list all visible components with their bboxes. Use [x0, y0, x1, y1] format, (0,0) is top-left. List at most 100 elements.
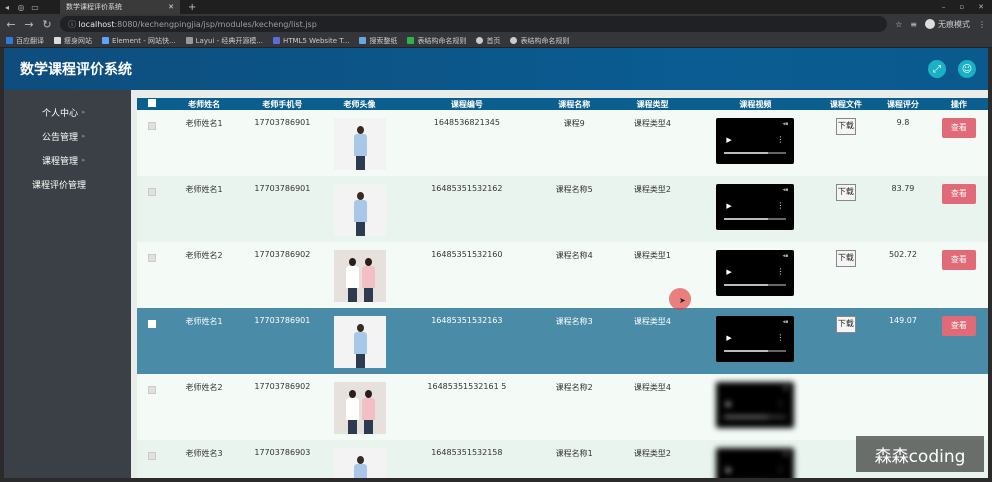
download-button[interactable]: 下载	[835, 118, 856, 135]
video-settings-icon[interactable]: ◂▪	[782, 319, 788, 325]
play-icon[interactable]: ▶	[726, 466, 731, 474]
table-row[interactable]: 老师姓名1 17703786901 16485351532163 课程名称3 课程类型4…	[137, 308, 988, 374]
bookmark-item[interactable]: 百应翻译	[6, 36, 44, 46]
forward-icon[interactable]: →	[24, 18, 34, 31]
col-header: 操作	[950, 99, 967, 109]
teacher-name: 老师姓名1	[185, 119, 223, 128]
teacher-avatar	[333, 448, 386, 482]
row-checkbox[interactable]	[148, 452, 157, 460]
bookmark-item[interactable]: 表结构命名规则	[510, 36, 569, 46]
sidebar-item-course-management[interactable]: 课程管理 ▸	[4, 148, 131, 172]
row-checkbox[interactable]	[148, 188, 157, 196]
sidebar-item-personal-center[interactable]: 个人中心 ▸	[4, 100, 131, 124]
video-settings-icon[interactable]: ◂▪	[782, 253, 788, 259]
row-checkbox[interactable]	[148, 254, 157, 262]
row-checkbox-cell[interactable]	[137, 110, 167, 176]
view-button[interactable]: 查看	[941, 250, 976, 270]
bookmark-item[interactable]: 首页	[476, 36, 500, 46]
more-icon[interactable]: ⋮	[776, 135, 784, 144]
bookmark-item[interactable]: 表结构命名规则	[407, 36, 466, 46]
video-player[interactable]: ◂▪ ▶ ⋮	[716, 118, 795, 164]
row-checkbox-cell[interactable]	[137, 374, 167, 440]
reading-list-icon[interactable]: ≡	[910, 20, 917, 29]
video-progress-bar[interactable]	[724, 284, 787, 286]
bookmark-item[interactable]: Layui - 经典开源模...	[185, 36, 263, 46]
bookmark-item[interactable]: 瘦身网站	[54, 36, 92, 46]
close-tab-icon[interactable]: ✕	[168, 3, 174, 11]
row-checkbox-cell[interactable]	[137, 176, 167, 242]
maximize-icon[interactable]: ▫	[959, 3, 964, 11]
sidebar-item-notice-management[interactable]: 公告管理 ▸	[4, 124, 131, 148]
user-icon[interactable]: ☺	[958, 60, 976, 78]
course-score: 83.79	[891, 184, 915, 193]
download-button[interactable]: 下载	[835, 316, 856, 333]
video-settings-icon[interactable]: ◂▪	[782, 385, 788, 391]
video-progress-bar[interactable]	[724, 218, 787, 220]
bookmarks-bar: 百应翻译 瘦身网站 Element - 网站快... Layui - 经典开源模…	[0, 34, 992, 48]
video-player[interactable]: ◂▪ ▶ ⋮	[716, 184, 795, 230]
video-player[interactable]: ◂▪ ▶ ⋮	[716, 448, 795, 482]
bottom-border	[0, 478, 992, 482]
table-row[interactable]: 老师姓名1 17703786901 16485351532162 课程名称5 课程类型2…	[137, 176, 988, 242]
select-all-checkbox[interactable]	[148, 99, 157, 107]
course-video-cell: ◂▪ ▶ ⋮	[695, 242, 816, 308]
view-button[interactable]: 查看	[941, 316, 976, 336]
profile-button[interactable]: 无痕模式	[925, 19, 970, 30]
action-cell: 查看	[930, 308, 988, 374]
reload-icon[interactable]: ↻	[42, 18, 52, 31]
table-row[interactable]: 老师姓名1 17703786901 1648536821345 课程9 课程类型4 ◂▪ ▶…	[137, 110, 988, 176]
course-video-cell: ◂▪ ▶ ⋮	[695, 440, 816, 482]
course-name: 课程名称2	[555, 383, 593, 392]
video-progress-bar[interactable]	[724, 350, 787, 352]
teacher-avatar-cell	[324, 176, 396, 242]
browser-menu-icon[interactable]: ⋮	[978, 20, 986, 29]
minimize-icon[interactable]: –	[942, 3, 946, 11]
table-row[interactable]: 老师姓名2 17703786902 16485351532160 课程名称4 课程类型1…	[137, 242, 988, 308]
video-progress-bar[interactable]	[724, 416, 787, 418]
play-icon[interactable]: ▶	[726, 334, 731, 342]
play-icon[interactable]: ▶	[726, 202, 731, 210]
row-checkbox-cell[interactable]	[137, 242, 167, 308]
video-player[interactable]: ◂▪ ▶ ⋮	[716, 382, 795, 428]
more-icon[interactable]: ⋮	[776, 333, 784, 342]
more-icon[interactable]: ⋮	[776, 201, 784, 210]
course-code: 16485351532158	[431, 448, 503, 457]
more-icon[interactable]: ⋮	[776, 465, 784, 474]
window-menu-icon[interactable]: ◂	[0, 3, 14, 12]
new-tab-icon[interactable]: +	[188, 2, 196, 13]
table-row[interactable]: 老师姓名2 17703786902 16485351532161 5 课程名称2 课程类…	[137, 374, 988, 440]
play-icon[interactable]: ▶	[726, 400, 731, 408]
download-button[interactable]: 下载	[835, 250, 856, 267]
bookmark-item[interactable]: 搜索整纸	[359, 36, 397, 46]
video-settings-icon[interactable]: ◂▪	[782, 451, 788, 457]
video-player[interactable]: ◂▪ ▶ ⋮	[716, 250, 795, 296]
row-checkbox-cell[interactable]	[137, 440, 167, 482]
row-checkbox-cell[interactable]	[137, 308, 167, 374]
url-field[interactable]: ⓘ localhost :8080/kechengpingjia/jsp/mod…	[60, 16, 888, 32]
bookmark-item[interactable]: HTML5 Website T...	[273, 37, 349, 45]
video-player[interactable]: ◂▪ ▶ ⋮	[716, 316, 795, 362]
select-all-checkbox-cell[interactable]	[137, 98, 167, 110]
teacher-phone: 17703786902	[254, 250, 311, 259]
sidebar-item-course-rating-management[interactable]: 课程评价管理	[4, 172, 131, 196]
bookmark-item[interactable]: Element - 网站快...	[102, 36, 176, 46]
row-checkbox[interactable]	[148, 122, 157, 130]
row-checkbox[interactable]	[148, 386, 157, 394]
more-icon[interactable]: ⋮	[776, 399, 784, 408]
close-window-icon[interactable]: ✕	[978, 3, 984, 11]
browser-tab[interactable]: 数学课程评价系统 ✕	[60, 0, 180, 14]
back-icon[interactable]: ←	[6, 18, 16, 31]
course-type: 课程类型2	[633, 449, 672, 458]
video-settings-icon[interactable]: ◂▪	[782, 121, 788, 127]
view-button[interactable]: 查看	[941, 184, 976, 204]
view-button[interactable]: 查看	[941, 118, 976, 138]
bookmark-star-icon[interactable]: ☆	[895, 20, 902, 29]
fullscreen-icon[interactable]: ⤢	[928, 60, 946, 78]
video-progress-bar[interactable]	[724, 152, 787, 154]
download-button[interactable]: 下载	[835, 184, 856, 201]
video-settings-icon[interactable]: ◂▪	[782, 187, 788, 193]
more-icon[interactable]: ⋮	[776, 267, 784, 276]
row-checkbox[interactable]	[148, 320, 157, 328]
play-icon[interactable]: ▶	[726, 268, 731, 276]
play-icon[interactable]: ▶	[726, 136, 731, 144]
